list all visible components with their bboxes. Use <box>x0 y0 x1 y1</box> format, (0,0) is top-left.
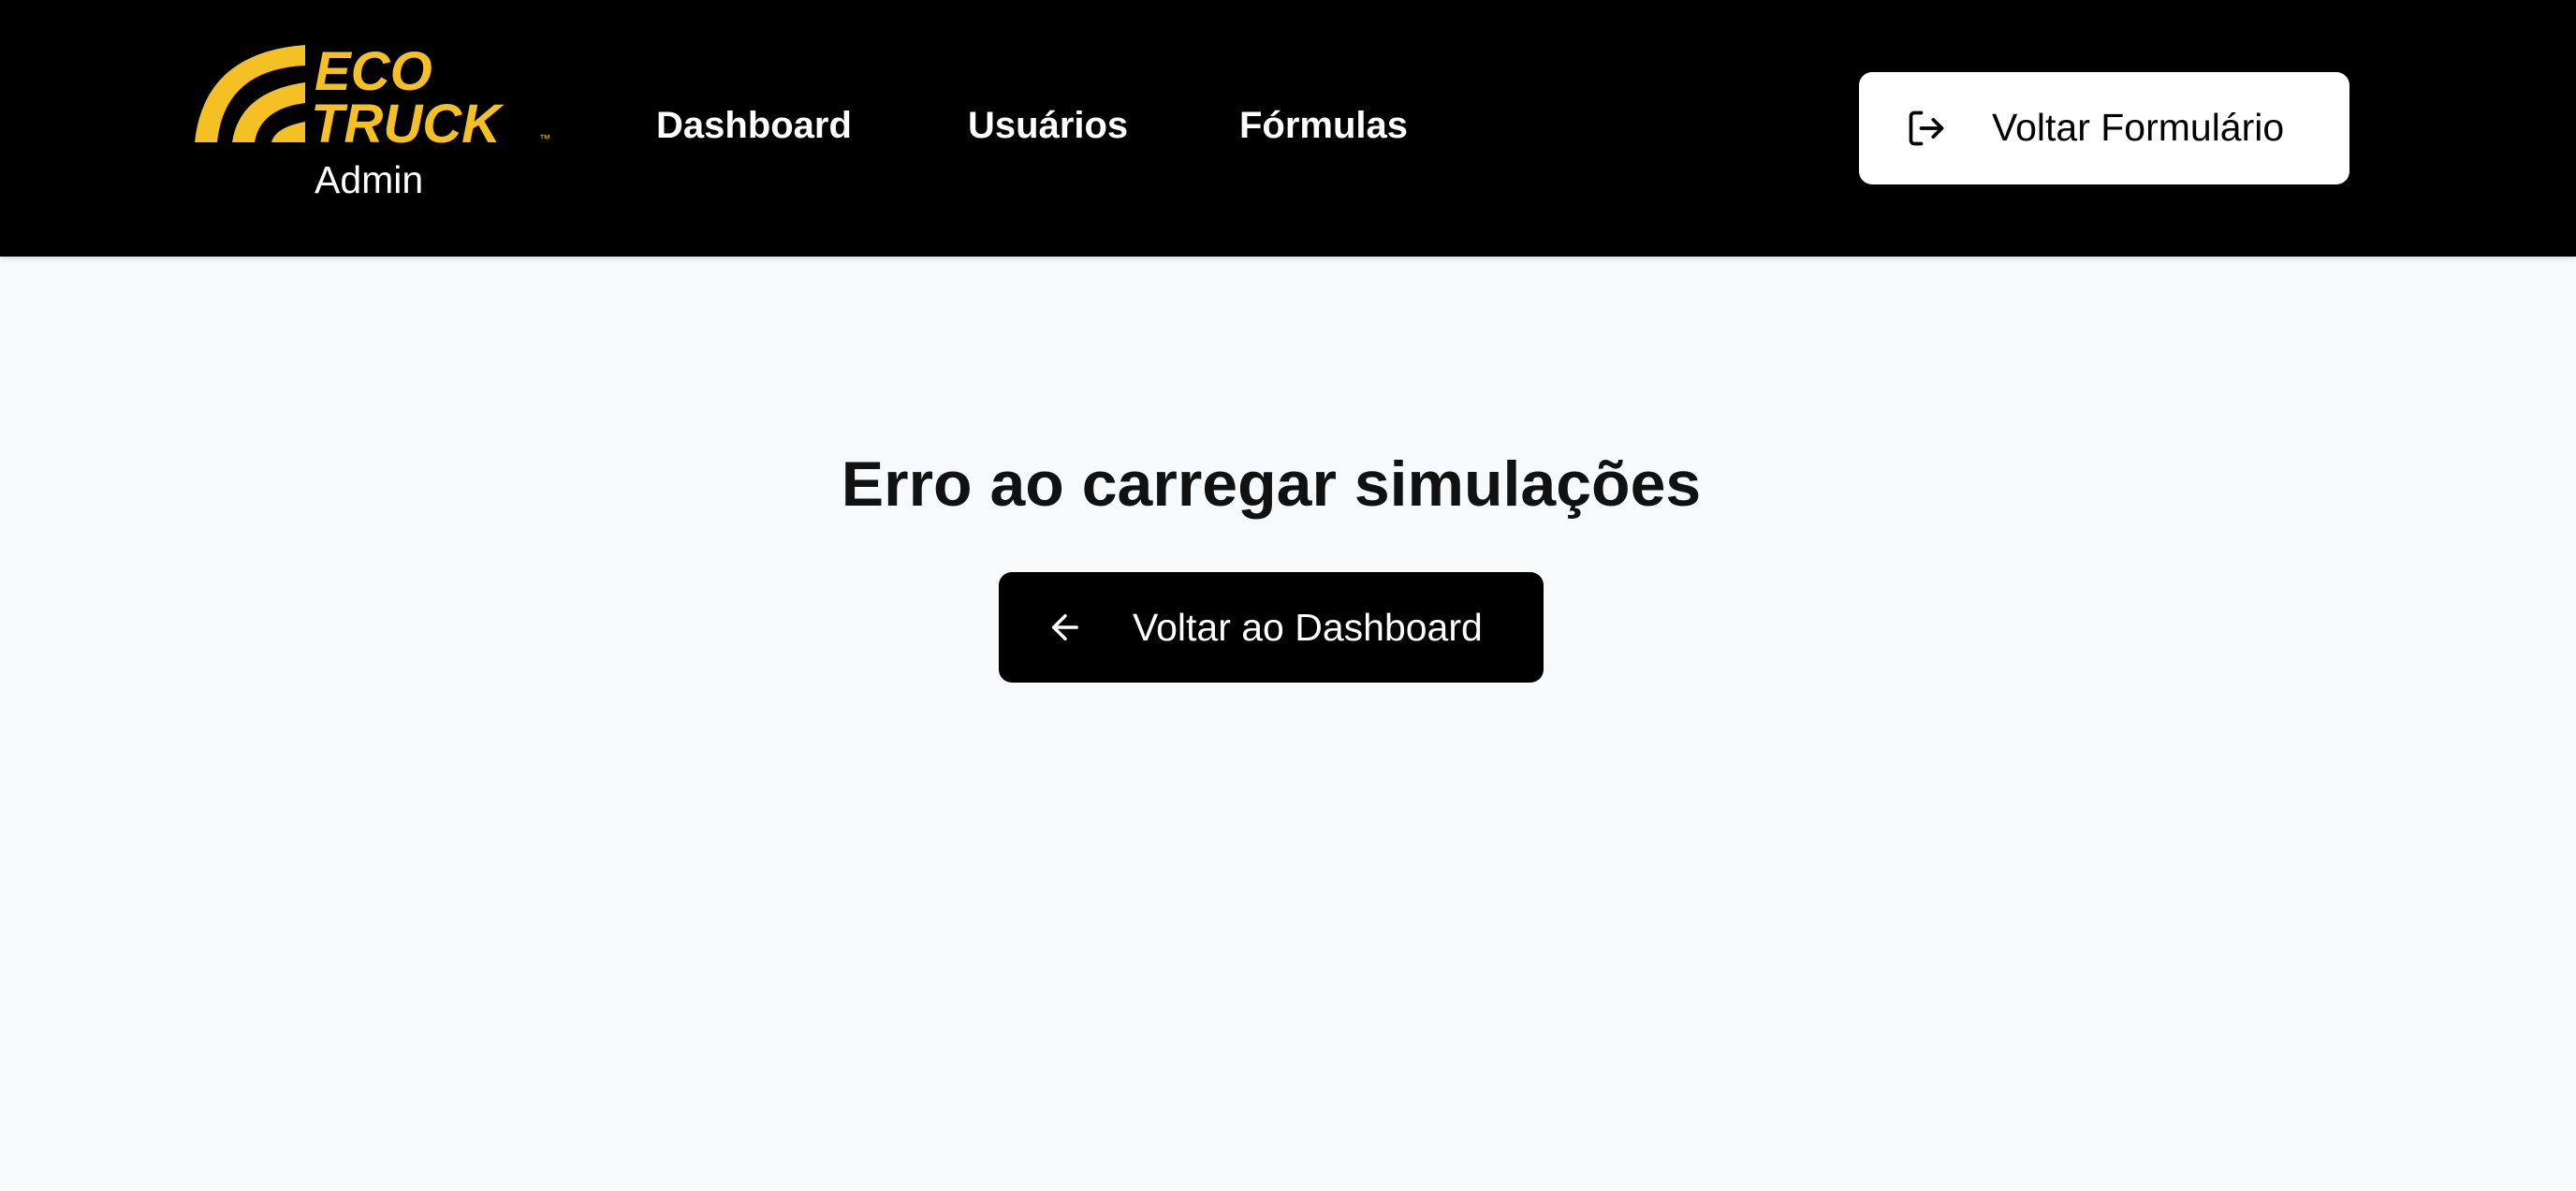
ecotruck-logo-mark: ECO TRUCK ™ <box>195 41 550 154</box>
svg-text:TRUCK: TRUCK <box>311 94 505 154</box>
voltar-ao-dashboard-button[interactable]: Voltar ao Dashboard <box>999 572 1544 683</box>
logo-subtitle: Admin <box>315 158 424 201</box>
nav-usuarios[interactable]: Usuários <box>968 105 1128 157</box>
nav-dashboard[interactable]: Dashboard <box>656 105 852 157</box>
voltar-formulario-button[interactable]: Voltar Formulário <box>1859 72 2349 184</box>
error-title: Erro ao carregar simulações <box>841 448 1702 520</box>
voltar-formulario-label: Voltar Formulário <box>1992 106 2285 149</box>
svg-text:™: ™ <box>539 132 550 145</box>
nav-formulas[interactable]: Fórmulas <box>1239 105 1408 157</box>
voltar-ao-dashboard-label: Voltar ao Dashboard <box>1133 606 1483 649</box>
logout-arrow-icon <box>1906 108 1947 149</box>
top-navbar: ECO TRUCK ™ Admin Dashboard Usuários Fór… <box>0 0 2576 257</box>
arrow-left-icon <box>1046 608 1085 647</box>
ecotruck-logo[interactable]: ECO TRUCK ™ Admin <box>191 41 565 210</box>
